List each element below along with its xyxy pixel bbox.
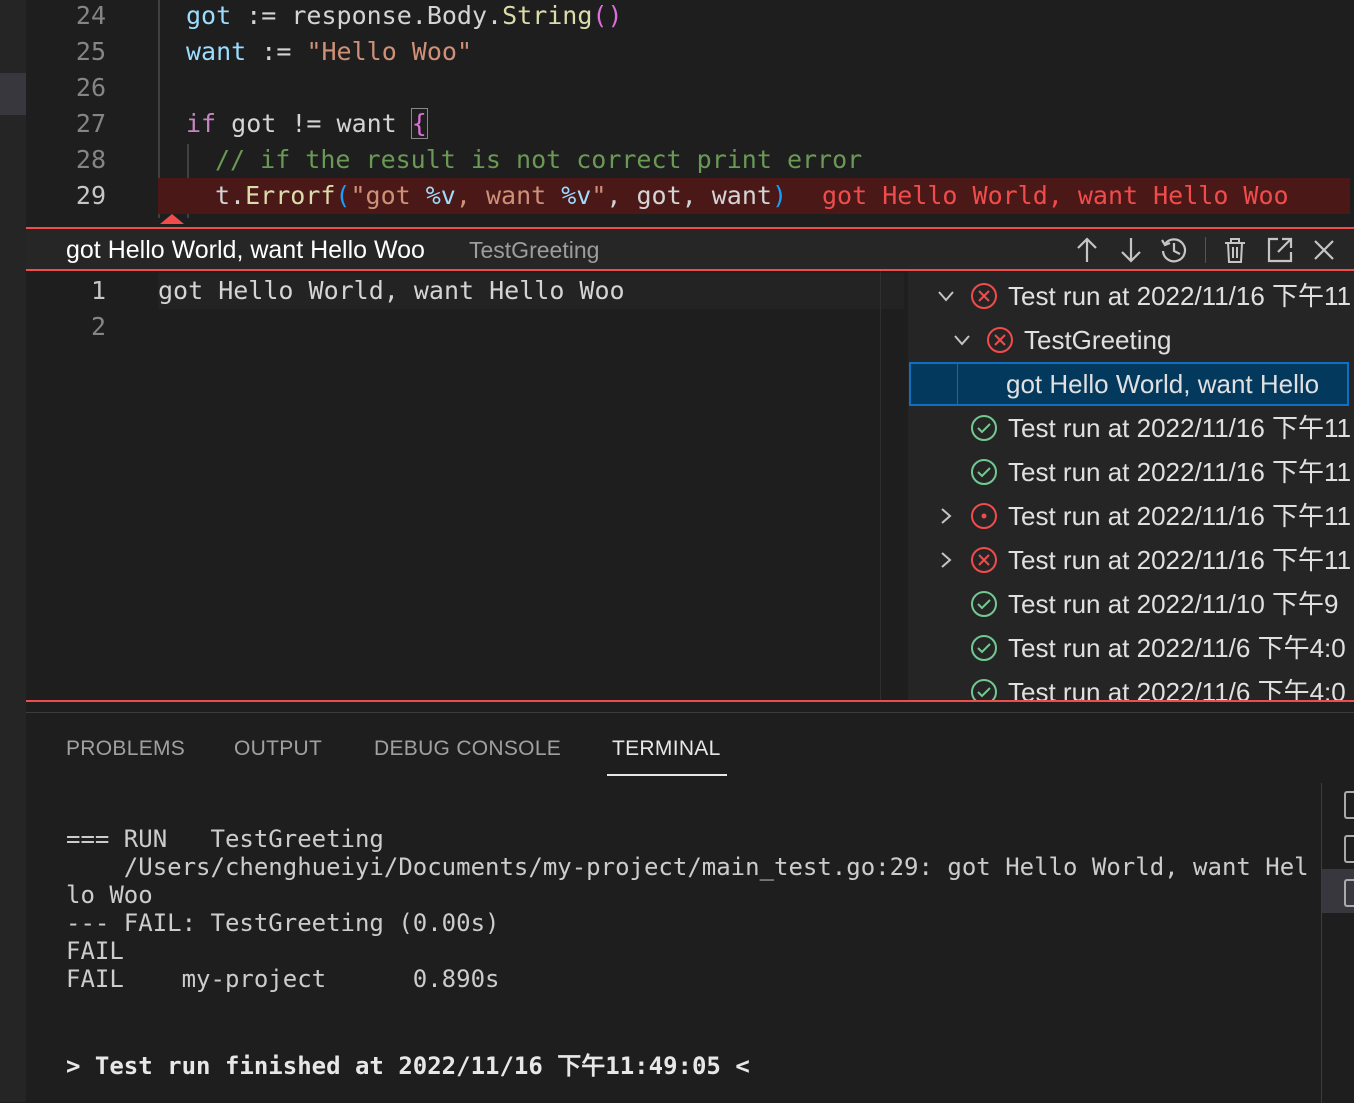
terminal-line: === RUN TestGreeting	[66, 825, 384, 853]
activity-bar-active-marker	[0, 73, 26, 115]
line-number: 27	[75, 109, 106, 138]
pass-circle-icon	[971, 415, 997, 441]
code-line-25[interactable]: 25 want := "Hello Woo"	[26, 34, 1350, 70]
peek-body: 1 2 got Hello World, want Hello Woo Test…	[26, 271, 1354, 700]
tree-item-test-run[interactable]: Test run at 2022/11/16 下午11	[908, 538, 1354, 582]
tree-item-test-run[interactable]: Test run at 2022/11/16 下午11	[908, 406, 1354, 450]
code-text: want := "Hello Woo"	[186, 37, 473, 66]
indent-guide	[957, 362, 958, 406]
pass-circle-icon	[971, 459, 997, 485]
pass-circle-icon	[971, 591, 997, 617]
terminal-line: /Users/chenghueiyi/Documents/my-project/…	[66, 853, 1309, 881]
pass-circle-icon	[971, 679, 997, 700]
tree-item-test-run[interactable]: Test run at 2022/11/10 下午9	[908, 582, 1354, 626]
line-number: 29	[75, 181, 106, 210]
tree-item-label: Test run at 2022/11/16 下午11	[1008, 501, 1352, 531]
terminal-list-divider	[1321, 783, 1322, 1103]
active-tab-indicator	[607, 774, 727, 776]
terminal-line: --- FAIL: TestGreeting (0.00s)	[66, 909, 500, 937]
tree-item-label: Test run at 2022/11/16 下午11	[1008, 457, 1352, 487]
tree-item-label: TestGreeting	[1024, 325, 1172, 355]
arrow-up-icon[interactable]	[1072, 235, 1102, 265]
code-line-29[interactable]: 29 t.Errorf("got %v, want %v", got, want…	[26, 178, 1350, 214]
tree-item-test-run[interactable]: Test run at 2022/11/16 下午11	[908, 450, 1354, 494]
code-text: got := response.Body.String()	[186, 1, 623, 30]
peek-arrow	[160, 214, 184, 224]
peek-message-text: got Hello World, want Hello Woo	[158, 276, 625, 305]
tree-item-test-run[interactable]: Test run at 2022/11/16 下午11	[908, 494, 1354, 538]
code-line-26[interactable]: 26	[26, 70, 1350, 106]
tree-item-test-run[interactable]: Test run at 2022/11/16 下午11	[908, 274, 1354, 318]
line-number: 24	[75, 1, 106, 30]
chevron-right-icon[interactable]	[936, 550, 956, 570]
stopped-circle-icon	[971, 503, 997, 529]
tab-terminal[interactable]: TERMINAL	[612, 737, 721, 761]
terminal-finish-line: > Test run finished at 2022/11/16 下午11:4…	[66, 1052, 750, 1080]
peek-subtitle: TestGreeting	[469, 237, 600, 263]
tree-item-message[interactable]: got Hello World, want Hello	[909, 362, 1349, 406]
line-number: 2	[90, 312, 106, 341]
arrow-down-icon[interactable]	[1116, 235, 1146, 265]
open-external-icon[interactable]	[1265, 235, 1295, 265]
chevron-right-icon[interactable]	[936, 506, 956, 526]
tree-item-label: Test run at 2022/11/6 下午4:0	[1008, 633, 1346, 663]
terminal-line: FAIL my-project 0.890s	[66, 965, 500, 993]
tree-item-label: Test run at 2022/11/16 下午11	[1008, 413, 1352, 443]
code-editor[interactable]: 24 got := response.Body.String() 25 want…	[26, 0, 1354, 218]
test-peek-view: got Hello World, want Hello Woo TestGree…	[26, 214, 1354, 702]
code-text: t.Errorf("got %v, want %v", got, want)	[215, 181, 788, 210]
code-comment: // if the result is not correct print er…	[215, 145, 863, 174]
pass-circle-icon	[971, 635, 997, 661]
tree-item-test-run[interactable]: Test run at 2022/11/6 下午4:0	[908, 626, 1354, 670]
error-circle-icon	[987, 327, 1013, 353]
terminal-line: lo Woo	[66, 881, 153, 909]
test-history-tree[interactable]: Test run at 2022/11/16 下午11 TestGreeting…	[908, 271, 1354, 700]
code-text: if got != want {	[186, 108, 428, 139]
chevron-down-icon[interactable]	[952, 330, 972, 350]
chevron-down-icon[interactable]	[936, 286, 956, 306]
tab-output[interactable]: OUTPUT	[234, 737, 322, 761]
terminal-instance-icon[interactable]	[1344, 835, 1354, 863]
tab-debug-console[interactable]: DEBUG CONSOLE	[374, 737, 561, 761]
line-number: 26	[75, 73, 106, 102]
toolbar-separator	[1205, 237, 1206, 263]
tree-item-test[interactable]: TestGreeting	[908, 318, 1354, 362]
close-icon[interactable]	[1309, 235, 1339, 265]
error-circle-icon	[971, 547, 997, 573]
inline-error-message: got Hello World, want Hello Woo	[822, 181, 1289, 210]
line-number: 28	[75, 145, 106, 174]
terminal-instance-icon[interactable]	[1344, 791, 1354, 819]
terminal-instance-icon[interactable]	[1344, 879, 1354, 907]
bottom-panel: PROBLEMS OUTPUT DEBUG CONSOLE TERMINAL =…	[26, 712, 1354, 1103]
tree-item-label: Test run at 2022/11/16 下午11	[1008, 545, 1352, 575]
trash-icon[interactable]	[1220, 235, 1250, 265]
tree-item-test-run[interactable]: Test run at 2022/11/6 下午4:0	[908, 670, 1354, 700]
tree-item-label: got Hello World, want Hello	[1006, 369, 1320, 399]
peek-divider	[880, 271, 881, 700]
tree-item-label: Test run at 2022/11/10 下午9	[1008, 589, 1339, 619]
peek-title: got Hello World, want Hello Woo	[66, 236, 425, 264]
code-line-27[interactable]: 27 if got != want {	[26, 106, 1350, 142]
activity-bar	[0, 0, 26, 1102]
peek-message-editor[interactable]: 1 2 got Hello World, want Hello Woo	[26, 271, 904, 700]
error-circle-icon	[971, 283, 997, 309]
code-line-24[interactable]: 24 got := response.Body.String()	[26, 0, 1350, 34]
peek-header: got Hello World, want Hello Woo TestGree…	[26, 227, 1354, 271]
peek-bottom-border	[26, 700, 1354, 702]
tree-item-label: Test run at 2022/11/6 下午4:0	[1008, 677, 1346, 700]
line-number: 1	[90, 276, 106, 305]
tree-item-label: Test run at 2022/11/16 下午11	[1008, 281, 1352, 311]
tab-problems[interactable]: PROBLEMS	[66, 737, 185, 761]
terminal-output[interactable]: === RUN TestGreeting /Users/chenghueiyi/…	[66, 825, 1309, 993]
code-line-28[interactable]: 28 // if the result is not correct print…	[26, 142, 1350, 178]
history-icon[interactable]	[1159, 235, 1189, 265]
terminal-line: FAIL	[66, 937, 124, 965]
line-number: 25	[75, 37, 106, 66]
